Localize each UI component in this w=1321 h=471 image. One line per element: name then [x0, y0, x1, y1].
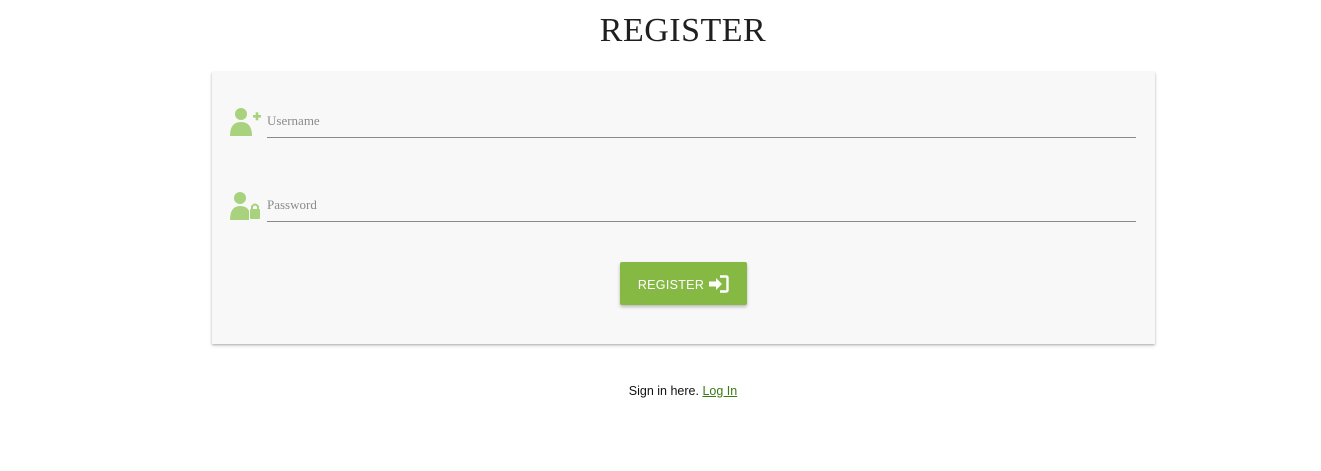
sign-in-icon: [709, 274, 729, 293]
footer: Sign in here. Log In: [0, 384, 1321, 398]
page-title: REGISTER: [599, 12, 767, 49]
register-button-label: REGISTER: [637, 278, 705, 292]
login-link[interactable]: Log In: [702, 384, 737, 398]
username-field-row: [230, 105, 1136, 145]
password-field-row: [230, 189, 1136, 229]
register-card: REGISTER: [212, 72, 1155, 344]
password-input[interactable]: [267, 189, 1136, 222]
user-plus-icon: [230, 107, 262, 137]
footer-text: Sign in here.: [628, 384, 699, 398]
user-lock-icon: [230, 191, 262, 221]
register-button[interactable]: REGISTER: [620, 262, 747, 305]
username-input[interactable]: [267, 105, 1136, 138]
